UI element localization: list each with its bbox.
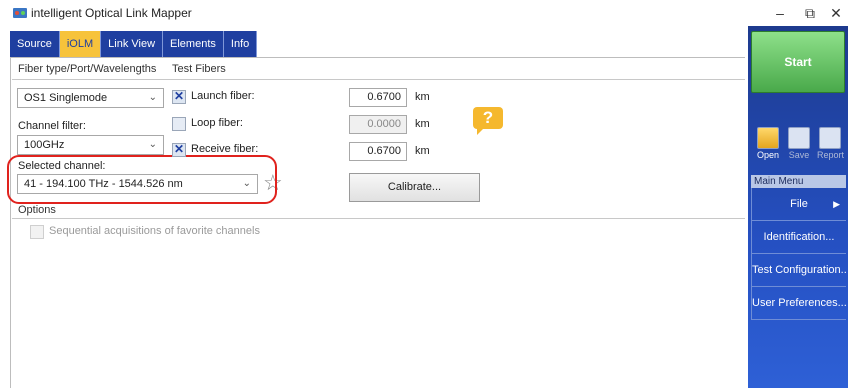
right-panel: Start Open Save Report Main Menu File ▶ … bbox=[748, 26, 848, 388]
test-fibers-section-title: Test Fibers bbox=[172, 63, 226, 75]
open-label: Open bbox=[756, 150, 780, 160]
save-icon bbox=[788, 127, 810, 149]
channel-filter-select[interactable]: 100GHz ⌄ bbox=[17, 135, 164, 155]
sequential-acquisitions-checkbox[interactable] bbox=[30, 225, 44, 239]
chevron-down-icon: ⌄ bbox=[148, 139, 157, 150]
menu-item-identification[interactable]: Identification... bbox=[751, 221, 846, 254]
close-button[interactable]: ✕ bbox=[826, 4, 846, 22]
help-icon[interactable]: ? bbox=[473, 107, 503, 135]
fiber-type-select[interactable]: OS1 Singlemode ⌄ bbox=[17, 88, 164, 108]
menu-item-user-preferences[interactable]: User Preferences... bbox=[751, 287, 846, 320]
loop-fiber-checkbox[interactable] bbox=[172, 117, 186, 131]
main-menu-title: Main Menu bbox=[751, 175, 846, 188]
report-button[interactable]: Report bbox=[817, 127, 845, 161]
fiber-section-title: Fiber type/Port/Wavelengths bbox=[18, 63, 157, 75]
minimize-button[interactable]: – bbox=[770, 4, 790, 22]
options-section-title: Options bbox=[18, 204, 56, 216]
receive-fiber-length-input[interactable]: 0.6700 bbox=[349, 142, 407, 161]
tab-info[interactable]: Info bbox=[223, 31, 258, 57]
launch-fiber-length-input[interactable]: 0.6700 bbox=[349, 88, 407, 107]
save-label: Save bbox=[788, 150, 810, 160]
calibrate-button[interactable]: Calibrate... bbox=[349, 173, 480, 202]
folder-icon bbox=[757, 127, 779, 149]
start-button[interactable]: Start bbox=[751, 31, 845, 93]
loop-fiber-unit: km bbox=[415, 118, 430, 130]
open-button[interactable]: Open bbox=[755, 127, 781, 161]
selected-channel-highlight bbox=[7, 155, 277, 204]
title-bar: intelligent Optical Link Mapper – ⧉ ✕ bbox=[0, 0, 848, 26]
section-divider bbox=[12, 79, 745, 80]
loop-fiber-length-input[interactable]: 0.0000 bbox=[349, 115, 407, 134]
channel-filter-value: 100GHz bbox=[24, 139, 65, 151]
fiber-type-value: OS1 Singlemode bbox=[24, 92, 108, 104]
chevron-right-icon: ▶ bbox=[833, 199, 840, 209]
menu-item-test-configuration[interactable]: Test Configuration... bbox=[751, 254, 846, 287]
save-button[interactable]: Save bbox=[786, 127, 812, 161]
options-divider bbox=[12, 218, 745, 219]
channel-filter-label: Channel filter: bbox=[18, 120, 86, 132]
tab-iolm[interactable]: iOLM bbox=[59, 31, 102, 57]
restore-button[interactable]: ⧉ bbox=[800, 4, 820, 22]
app-icon bbox=[13, 8, 27, 18]
window-title: intelligent Optical Link Mapper bbox=[31, 6, 192, 20]
report-icon bbox=[819, 127, 841, 149]
tab-source[interactable]: Source bbox=[10, 31, 60, 57]
receive-fiber-checkbox[interactable] bbox=[172, 142, 186, 157]
launch-fiber-checkbox[interactable] bbox=[172, 89, 186, 104]
receive-fiber-unit: km bbox=[415, 145, 430, 157]
receive-fiber-label: Receive fiber: bbox=[191, 143, 259, 155]
menu-item-file-label: File bbox=[790, 198, 808, 210]
sequential-acquisitions-label: Sequential acquisitions of favorite chan… bbox=[49, 225, 260, 237]
tab-link-view[interactable]: Link View bbox=[101, 31, 164, 57]
menu-item-file[interactable]: File ▶ bbox=[751, 188, 846, 221]
launch-fiber-label: Launch fiber: bbox=[191, 90, 255, 102]
report-label: Report bbox=[817, 150, 845, 160]
launch-fiber-unit: km bbox=[415, 91, 430, 103]
loop-fiber-label: Loop fiber: bbox=[191, 117, 243, 129]
tab-bar: Source iOLM Link View Elements Info bbox=[10, 31, 258, 57]
chevron-down-icon: ⌄ bbox=[148, 92, 157, 103]
tab-elements[interactable]: Elements bbox=[163, 31, 224, 57]
